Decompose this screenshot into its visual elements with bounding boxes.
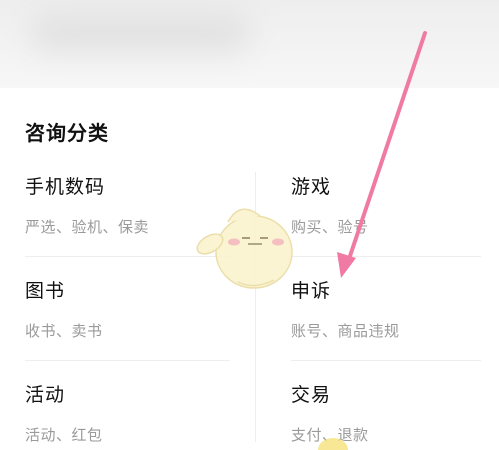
category-name: 活动 bbox=[25, 384, 66, 406]
category-name: 交易 bbox=[291, 384, 332, 406]
section-title: 咨询分类 bbox=[25, 121, 109, 145]
category-item-appeal[interactable]: 申诉 账号、商品违规 bbox=[291, 256, 499, 356]
mascot-watermark-icon bbox=[196, 208, 293, 289]
category-desc: 严选、验机、保卖 bbox=[25, 218, 150, 236]
category-desc: 账号、商品违规 bbox=[291, 322, 400, 340]
category-name: 手机数码 bbox=[25, 176, 106, 198]
category-item-activity[interactable]: 活动 活动、红包 bbox=[25, 360, 255, 450]
category-name: 图书 bbox=[25, 280, 66, 302]
category-item-game[interactable]: 游戏 购买、验号 bbox=[291, 152, 499, 252]
consult-category-page: 咨询分类 手机数码 严选、验机、保卖 游戏 购买、验号 图书 收书、卖书 申诉 … bbox=[0, 0, 499, 450]
category-desc: 收书、卖书 bbox=[25, 322, 103, 340]
blurred-header-content bbox=[30, 12, 250, 52]
category-item-trade[interactable]: 交易 支付、退款 bbox=[291, 360, 499, 450]
category-desc: 活动、红包 bbox=[25, 426, 103, 444]
blurred-header bbox=[0, 0, 499, 88]
